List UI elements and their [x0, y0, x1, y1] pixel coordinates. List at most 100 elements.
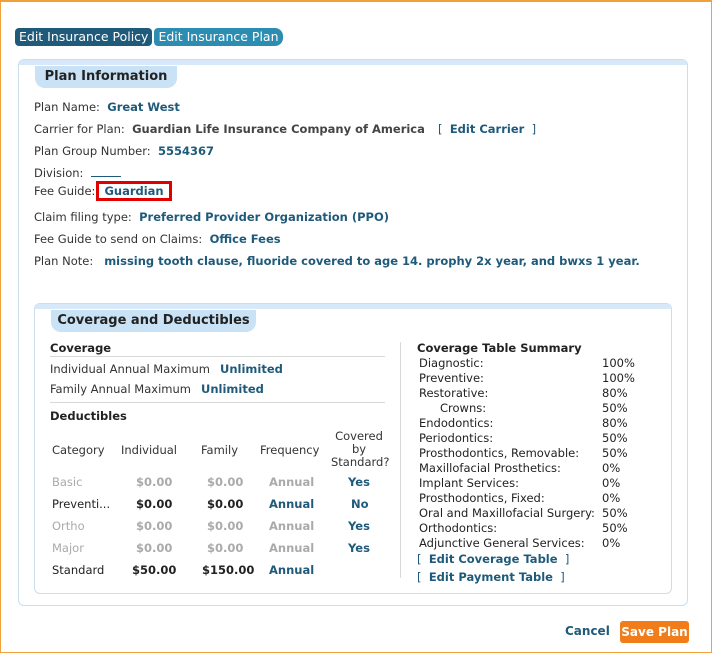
- note-label: Plan Note:: [34, 254, 94, 268]
- coverage-summary-pct: 50%: [602, 446, 628, 460]
- fee-claims-row: Fee Guide to send on Claims: Office Fees: [34, 232, 281, 246]
- coverage-panel: Coverage and Deductibles Coverage Indivi…: [34, 303, 672, 594]
- coverage-summary-label: Preventive:: [419, 371, 484, 385]
- save-plan-button[interactable]: Save Plan: [620, 621, 689, 643]
- tab-bar: Edit Insurance Policy Edit Insurance Pla…: [15, 28, 283, 46]
- ind-max-value: Unlimited: [220, 362, 283, 376]
- claim-value: Preferred Provider Organization (PPO): [139, 210, 390, 224]
- cancel-button[interactable]: Cancel: [565, 624, 610, 638]
- deductible-family-basic: $0.00: [207, 475, 244, 489]
- coverage-summary-pct: 0%: [602, 476, 621, 490]
- col-covered: Covered by Standard?: [331, 429, 390, 469]
- coverage-summary-pct: 50%: [602, 431, 628, 445]
- coverage-summary-pct: 50%: [602, 506, 628, 520]
- group-value: 5554367: [157, 144, 214, 158]
- coverage-summary-label: Restorative:: [419, 386, 489, 400]
- deductible-category-basic: Basic: [52, 475, 83, 489]
- deductible-family-standard: $150.00: [202, 563, 255, 577]
- coverage-summary-pct: 80%: [602, 386, 628, 400]
- claim-label: Claim filing type:: [34, 210, 132, 224]
- fee-claims-label: Fee Guide to send on Claims:: [34, 232, 203, 246]
- coverage-summary-pct: 0%: [602, 536, 621, 550]
- coverage-summary-label: Adjunctive General Services:: [419, 536, 585, 550]
- col-category: Category: [52, 443, 105, 457]
- deductible-individual-standard: $50.00: [132, 563, 177, 577]
- coverage-summary-pct: 50%: [602, 401, 628, 415]
- note-row: Plan Note: missing tooth clause, fluorid…: [34, 254, 640, 268]
- fee-guide-label: Fee Guide:: [34, 184, 96, 198]
- carrier-label: Carrier for Plan:: [34, 122, 125, 136]
- note-value: missing tooth clause, fluoride covered t…: [104, 254, 640, 268]
- coverage-summary-label: Diagnostic:: [419, 356, 484, 370]
- col-family: Family: [201, 443, 239, 457]
- coverage-header: Coverage: [50, 341, 112, 355]
- coverage-summary-pct: 80%: [602, 416, 628, 430]
- group-label: Plan Group Number:: [34, 144, 151, 158]
- deductible-covered-ortho: Yes: [348, 519, 370, 533]
- ind-max-label: Individual Annual Maximum: [50, 362, 210, 376]
- division-value-blank: [90, 166, 121, 177]
- coverage-summary-pct: 0%: [602, 491, 621, 505]
- carrier-value: Guardian Life Insurance Company of Ameri…: [132, 122, 425, 136]
- plan-name-value: Great West: [107, 100, 180, 114]
- deductible-category-major: Major: [52, 541, 84, 555]
- deductible-frequency-major: Annual: [269, 541, 315, 555]
- coverage-summary-label: Prosthodontics, Fixed:: [419, 491, 545, 505]
- deductible-individual-preventive: $0.00: [136, 497, 173, 511]
- deductible-covered-preventive: No: [351, 497, 369, 511]
- coverage-summary-pct: 0%: [602, 461, 621, 475]
- edit-coverage-table-link[interactable]: Edit Coverage Table: [429, 552, 558, 566]
- group-row: Plan Group Number: 5554367: [34, 144, 214, 158]
- col-individual: Individual: [121, 443, 178, 457]
- coverage-summary-pct: 100%: [602, 356, 635, 370]
- coverage-summary-label: Prosthodontics, Removable:: [419, 446, 580, 460]
- deductible-family-preventive: $0.00: [207, 497, 244, 511]
- carrier-row: Carrier for Plan: Guardian Life Insuranc…: [34, 122, 425, 136]
- column-divider: [400, 342, 401, 578]
- coverage-summary-label: Implant Services:: [419, 476, 519, 490]
- fam-max-label: Family Annual Maximum: [50, 382, 191, 396]
- edit-payment-table-link[interactable]: Edit Payment Table: [429, 570, 553, 584]
- edit-coverage-link-wrap: [ Edit Coverage Table ]: [417, 552, 570, 566]
- plan-panel: Plan Information Plan Name: Great West C…: [18, 59, 688, 606]
- deductible-covered-major: Yes: [348, 541, 370, 555]
- deductible-frequency-ortho: Annual: [269, 519, 315, 533]
- deductible-category-preventive: Preventi...: [52, 497, 111, 511]
- division-row: Division:: [34, 166, 121, 180]
- deductible-family-ortho: $0.00: [207, 519, 244, 533]
- division-label: Division:: [34, 166, 84, 180]
- deductible-individual-basic: $0.00: [136, 475, 173, 489]
- deductible-individual-major: $0.00: [136, 541, 173, 555]
- coverage-summary-label: Orthodontics:: [419, 521, 498, 535]
- coverage-divider: [50, 356, 385, 357]
- edit-payment-link-wrap: [ Edit Payment Table ]: [417, 570, 565, 584]
- col-frequency: Frequency: [260, 443, 320, 457]
- fee-guide-row: Fee Guide: Guardian: [34, 181, 172, 201]
- deductible-category-standard: Standard: [52, 563, 105, 577]
- coverage-summary-label: Oral and Maxillofacial Surgery:: [419, 506, 595, 520]
- plan-name-row: Plan Name: Great West: [34, 100, 180, 114]
- coverage-summary-header: Coverage Table Summary: [417, 341, 582, 355]
- coverage-summary-pct: 50%: [602, 521, 628, 535]
- fam-max-value: Unlimited: [201, 382, 264, 396]
- coverage-panel-top-bar: [35, 304, 671, 309]
- tab-edit-insurance-policy[interactable]: Edit Insurance Policy: [15, 28, 153, 46]
- deductible-covered-basic: Yes: [348, 475, 370, 489]
- deductible-family-major: $0.00: [207, 541, 244, 555]
- tab-edit-insurance-plan[interactable]: Edit Insurance Plan: [154, 28, 283, 46]
- fee-claims-value: Office Fees: [209, 232, 281, 246]
- deductibles-header: Deductibles: [50, 409, 127, 423]
- deductible-frequency-standard: Annual: [269, 563, 315, 577]
- coverage-deductibles-title: Coverage and Deductibles: [51, 310, 256, 332]
- coverage-summary-pct: 100%: [602, 371, 635, 385]
- plan-name-label: Plan Name:: [34, 100, 100, 114]
- claim-row: Claim filing type: Preferred Provider Or…: [34, 210, 389, 224]
- coverage-summary-label: Endodontics:: [419, 416, 494, 430]
- coverage-summary-label: Periodontics:: [419, 431, 494, 445]
- deductible-category-ortho: Ortho: [52, 519, 85, 533]
- plan-information-title: Plan Information: [35, 66, 177, 88]
- fee-guide-value[interactable]: Guardian: [96, 181, 172, 201]
- deductibles-divider: [50, 402, 385, 403]
- deductible-frequency-basic: Annual: [269, 475, 315, 489]
- edit-carrier-link[interactable]: Edit Carrier: [450, 122, 525, 136]
